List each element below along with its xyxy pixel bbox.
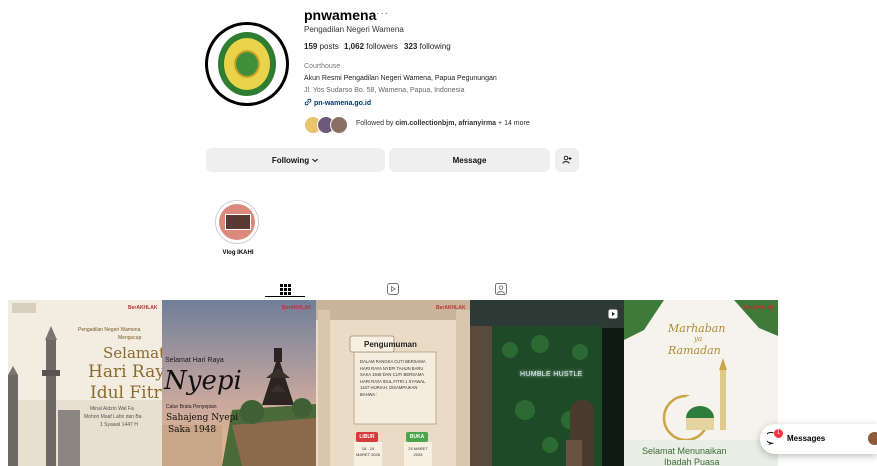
posts-count: 159 posts <box>304 42 339 51</box>
berakhlak-logo: BerAKHLAK <box>436 305 466 311</box>
avatar <box>868 432 877 445</box>
post-title: Idul Fitri <box>90 383 162 403</box>
post-text: Mengucap <box>118 335 142 341</box>
tab-reels[interactable] <box>386 282 400 296</box>
neon-sign: HUMBLE HUSTLE <box>520 371 583 378</box>
suggested-users-button[interactable] <box>555 148 579 172</box>
court-logo-ring <box>224 38 270 90</box>
post-tile[interactable]: BerAKHLAK Marhaban ya Ramadan Selamat Me… <box>624 300 778 466</box>
berakhlak-logo: BerAKHLAK <box>282 305 312 311</box>
reel-icon <box>608 306 618 324</box>
chevron-down-icon <box>312 158 319 163</box>
post-title: ya <box>694 335 703 343</box>
post-text: Mohon Maaf Lahir dan Ba <box>84 414 142 420</box>
post-text: 25 MARET 2026 <box>408 446 428 457</box>
following-count[interactable]: 323 following <box>404 42 451 51</box>
add-user-icon <box>562 155 572 164</box>
post-text: Sahajeng Nyepi <box>166 413 239 423</box>
post-text: Selamat Hari Raya <box>165 357 224 364</box>
bio-line: Akun Resmi Pengadilan Negeri Wamena, Pap… <box>304 75 497 82</box>
post-text: 18 - 24 MARET 2026 <box>356 446 380 457</box>
follower-avatar <box>330 116 348 134</box>
post-neon-graphic <box>470 300 624 466</box>
post-text: Selamat Menunaikan <box>642 446 727 456</box>
profile-category: Courthouse <box>304 63 341 70</box>
unread-badge: 1 <box>774 429 783 438</box>
tab-posts[interactable] <box>278 282 292 296</box>
highlight-thumbnail <box>225 214 251 230</box>
tab-tagged[interactable] <box>494 282 508 296</box>
post-title: Pengumuman <box>364 340 417 349</box>
post-text: Saka 1948 <box>168 425 217 435</box>
messages-bar[interactable]: 1 Messages <box>760 424 877 454</box>
post-text: DALAM RANGKA CUTI BERSAMA HARI RAYA NYEP… <box>360 359 426 397</box>
post-title: Ramadan <box>668 344 721 357</box>
libur-badge: LIBUR <box>359 434 375 440</box>
username: pnwamena <box>304 7 377 23</box>
highlight-cover <box>219 204 255 240</box>
berakhlak-logo: BerAKHLAK <box>128 305 158 311</box>
messages-label: Messages <box>787 434 826 443</box>
post-title: Hari Raya <box>88 362 162 382</box>
post-text: Pengadilan Negeri Wamena <box>78 327 141 333</box>
followers-count[interactable]: 1,062 followers <box>344 42 398 51</box>
highlight-label: Vlog IKAHI <box>222 250 254 256</box>
link-icon <box>304 98 312 106</box>
more-options-icon[interactable]: ··· <box>376 8 389 19</box>
reels-icon <box>387 283 399 295</box>
post-text: 1 Syawal 1447 H <box>100 422 138 428</box>
following-button[interactable]: Following <box>206 148 385 172</box>
post-text: Minal Aidzin Wal Fa <box>90 406 134 412</box>
court-logo-emblem <box>234 50 260 78</box>
post-tile[interactable]: HUMBLE HUSTLE <box>470 300 624 466</box>
tagged-icon <box>495 283 507 295</box>
post-tile[interactable]: BerAKHLAK Pengumuman DALAM RANGKA CUTI B… <box>316 300 470 466</box>
berakhlak-logo: BerAKHLAK <box>744 305 774 311</box>
profile-avatar[interactable] <box>205 22 289 106</box>
highlight-vlog-ikahi[interactable] <box>215 200 259 244</box>
full-name: Pengadilan Negeri Wamena <box>304 25 404 34</box>
avatar-border <box>208 25 286 103</box>
bio-address: Jl. Yos Sudarso Bo. 58, Wamena, Papua, I… <box>304 87 465 94</box>
post-title: Marhaban <box>668 322 726 335</box>
post-text: Catur Brata Penyepian <box>166 404 217 410</box>
court-logo <box>218 32 276 96</box>
post-title: Selamat <box>103 344 162 362</box>
post-title: Nyepi <box>164 366 242 396</box>
active-tab-indicator <box>265 296 305 297</box>
followed-by-text: Followed by cim.collectionbjm, afrianyir… <box>356 120 530 127</box>
grid-icon <box>279 283 291 295</box>
post-tile[interactable]: BerAKHLAK Pengadilan Negeri Wamena Mengu… <box>8 300 162 466</box>
message-button[interactable]: Message <box>389 148 550 172</box>
post-text: Ibadah Puasa <box>664 457 720 466</box>
buka-badge: BUKA <box>409 434 425 440</box>
post-tile[interactable]: BerAKHLAK Selamat Hari Raya Nyepi Catur … <box>162 300 316 466</box>
website-link[interactable]: pn-wamena.go.id <box>304 98 371 107</box>
